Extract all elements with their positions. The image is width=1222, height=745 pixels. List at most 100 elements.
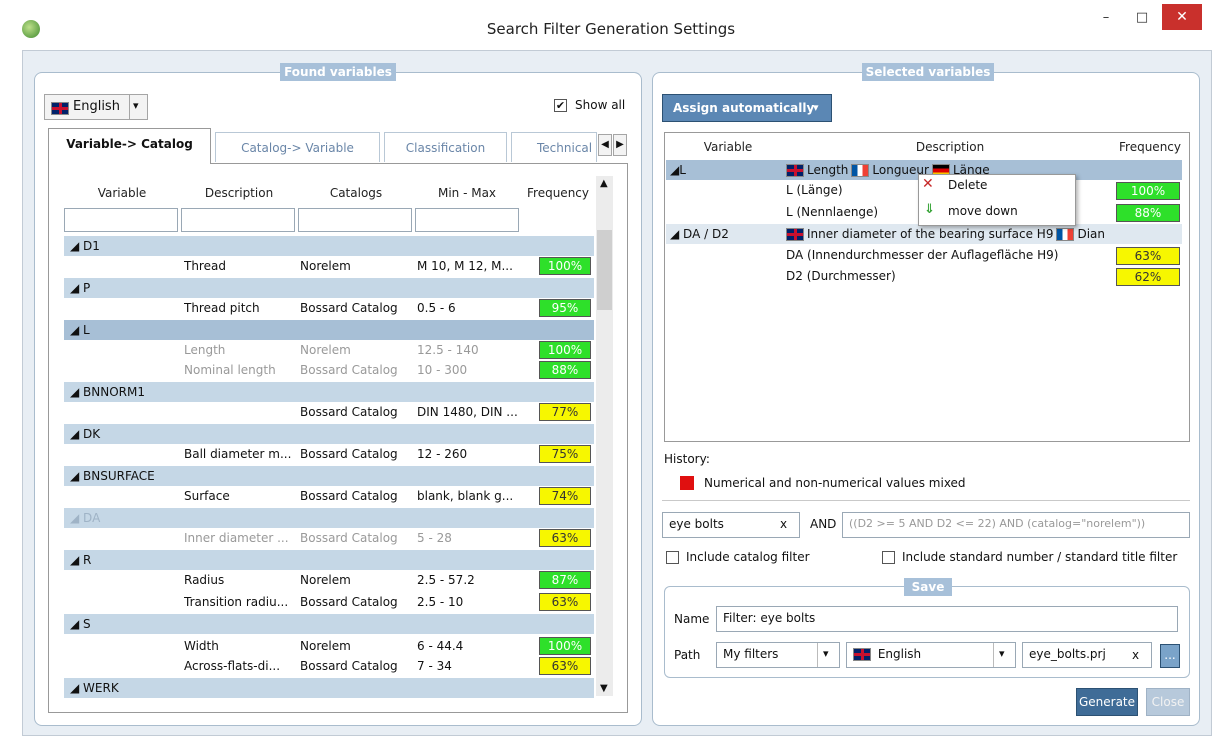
filter-description-input[interactable] <box>181 208 295 232</box>
frequency-badge: 63% <box>1116 247 1180 265</box>
chevron-down-icon: ▾ <box>823 647 829 660</box>
include-standard-checkbox[interactable] <box>882 551 895 564</box>
uk-flag-icon <box>786 164 804 177</box>
assign-automatically-button[interactable]: Assign automatically ▾ <box>662 94 832 122</box>
scrollbar-thumb[interactable] <box>597 230 612 310</box>
show-all-label: Show all <box>575 98 626 112</box>
fr-flag-icon <box>1056 228 1075 241</box>
group-row[interactable]: ◢ WERK <box>64 678 594 698</box>
filter-min-max-input[interactable] <box>415 208 519 232</box>
tab-scroll-left-icon[interactable]: ◀ <box>598 134 612 156</box>
tab-scroll-right-icon[interactable]: ▶ <box>613 134 627 156</box>
fr-flag-icon <box>851 164 870 177</box>
group-label: BNNORM1 <box>83 385 146 399</box>
show-all-checkbox[interactable]: ✔ <box>554 99 567 112</box>
group-row[interactable]: ◢ R <box>64 550 594 570</box>
col-variable[interactable]: Variable <box>64 186 180 200</box>
row-min-max: M 10, M 12, M... <box>417 259 513 273</box>
language-dropdown[interactable]: English ▾ <box>44 94 148 120</box>
frequency-badge: 74% <box>539 487 591 505</box>
group-label: BNSURFACE <box>83 469 155 483</box>
frequency-badge: 63% <box>539 593 591 611</box>
tree-item-label[interactable]: D2 (Durchmesser) <box>786 266 896 286</box>
uk-flag-icon <box>51 101 72 115</box>
col-description[interactable]: Description <box>182 186 296 200</box>
chevron-down-icon: ▾ <box>133 99 139 112</box>
group-row[interactable]: ◢ S <box>64 614 594 634</box>
minimize-button[interactable]: – <box>1092 6 1120 32</box>
tab-classification[interactable]: Classification <box>384 132 507 162</box>
col-frequency[interactable]: Frequency <box>522 186 594 200</box>
path-value: My filters <box>723 647 779 661</box>
chevron-down-icon: ▾ <box>813 101 819 114</box>
maximize-button[interactable]: □ <box>1128 6 1156 32</box>
close-window-button[interactable]: ✕ <box>1162 4 1202 30</box>
clear-search-button[interactable]: x <box>780 517 787 531</box>
frequency-badge: 88% <box>1116 204 1180 222</box>
include-catalog-checkbox[interactable] <box>666 551 679 564</box>
scroll-down-icon[interactable]: ▼ <box>600 683 608 694</box>
tree-group-label: ◢L <box>670 163 686 177</box>
col-catalogs[interactable]: Catalogs <box>298 186 414 200</box>
group-row[interactable]: ◢ DA <box>64 508 594 528</box>
chevron-down-icon: ▾ <box>999 647 1005 660</box>
filter-catalogs-input[interactable] <box>298 208 412 232</box>
window-title: Search Filter Generation Settings <box>486 20 736 38</box>
tree-item-label[interactable]: L (Nennlaenge) <box>786 202 878 222</box>
expression-value: ((D2 >= 5 AND D2 <= 22) AND (catalog="no… <box>849 517 1146 530</box>
row-catalog: Norelem <box>300 639 351 653</box>
tab-technical[interactable]: Technical <box>511 132 597 162</box>
include-standard-label: Include standard number / standard title… <box>902 550 1178 564</box>
row-min-max: 7 - 34 <box>417 659 452 673</box>
group-label: R <box>83 553 92 567</box>
name-input[interactable]: Filter: eye bolts <box>716 606 1178 632</box>
search-term-value: eye bolts <box>669 517 724 531</box>
row-description: Thread <box>184 259 226 273</box>
group-label: P <box>83 281 91 295</box>
group-row[interactable]: ◢ L <box>64 320 594 340</box>
frequency-badge: 77% <box>539 403 591 421</box>
menu-item-move-down[interactable]: move down <box>948 204 1068 218</box>
tab-variable-catalog[interactable]: Variable-> Catalog <box>48 128 211 164</box>
include-catalog-label: Include catalog filter <box>686 550 810 564</box>
name-value: Filter: eye bolts <box>723 611 816 625</box>
row-description: Length <box>184 343 226 357</box>
generate-button[interactable]: Generate <box>1076 688 1138 716</box>
group-row[interactable]: ◢ BNNORM1 <box>64 382 594 402</box>
group-label: WERK <box>83 681 119 695</box>
col-description[interactable]: Description <box>790 140 1110 154</box>
clear-filename-button[interactable]: x <box>1132 648 1139 662</box>
scroll-up-icon[interactable]: ▲ <box>600 178 608 189</box>
col-min-max[interactable]: Min - Max <box>416 186 518 200</box>
tree-group-label: ◢ DA / D2 <box>670 227 729 241</box>
row-catalog: Bossard Catalog <box>300 659 398 673</box>
browse-button[interactable]: ... <box>1160 644 1180 668</box>
row-description: Transition radiu... <box>184 595 289 609</box>
group-row[interactable]: ◢ BNSURFACE <box>64 466 594 486</box>
tree-item-label[interactable]: DA (Innendurchmesser der Auflagefläche H… <box>786 245 1058 265</box>
row-min-max: 6 - 44.4 <box>417 639 464 653</box>
row-catalog: Bossard Catalog <box>300 595 398 609</box>
col-frequency[interactable]: Frequency <box>1112 140 1188 154</box>
error-square-icon <box>680 476 694 490</box>
tab-catalog-variable[interactable]: Catalog-> Variable <box>215 132 380 162</box>
uk-flag-icon <box>786 228 804 241</box>
row-description: Thread pitch <box>184 301 260 315</box>
row-catalog: Norelem <box>300 259 351 273</box>
close-button[interactable]: Close <box>1146 688 1190 716</box>
frequency-badge: 95% <box>539 299 591 317</box>
menu-item-delete[interactable]: Delete <box>948 178 1068 192</box>
row-catalog: Bossard Catalog <box>300 301 398 315</box>
path-dropdown[interactable]: My filters ▾ <box>716 642 840 668</box>
history-item: Numerical and non-numerical values mixed <box>704 476 966 490</box>
col-variable[interactable]: Variable <box>680 140 776 154</box>
group-row[interactable]: ◢ DK <box>64 424 594 444</box>
row-catalog: Norelem <box>300 343 351 357</box>
row-catalog: Bossard Catalog <box>300 489 398 503</box>
tree-item-label[interactable]: L (Länge) <box>786 180 843 200</box>
path-language-dropdown[interactable]: English ▾ <box>846 642 1016 668</box>
group-row[interactable]: ◢ P <box>64 278 594 298</box>
row-description: Across-flats-di... <box>184 659 281 673</box>
filter-variable-input[interactable] <box>64 208 178 232</box>
group-row[interactable]: ◢ D1 <box>64 236 594 256</box>
